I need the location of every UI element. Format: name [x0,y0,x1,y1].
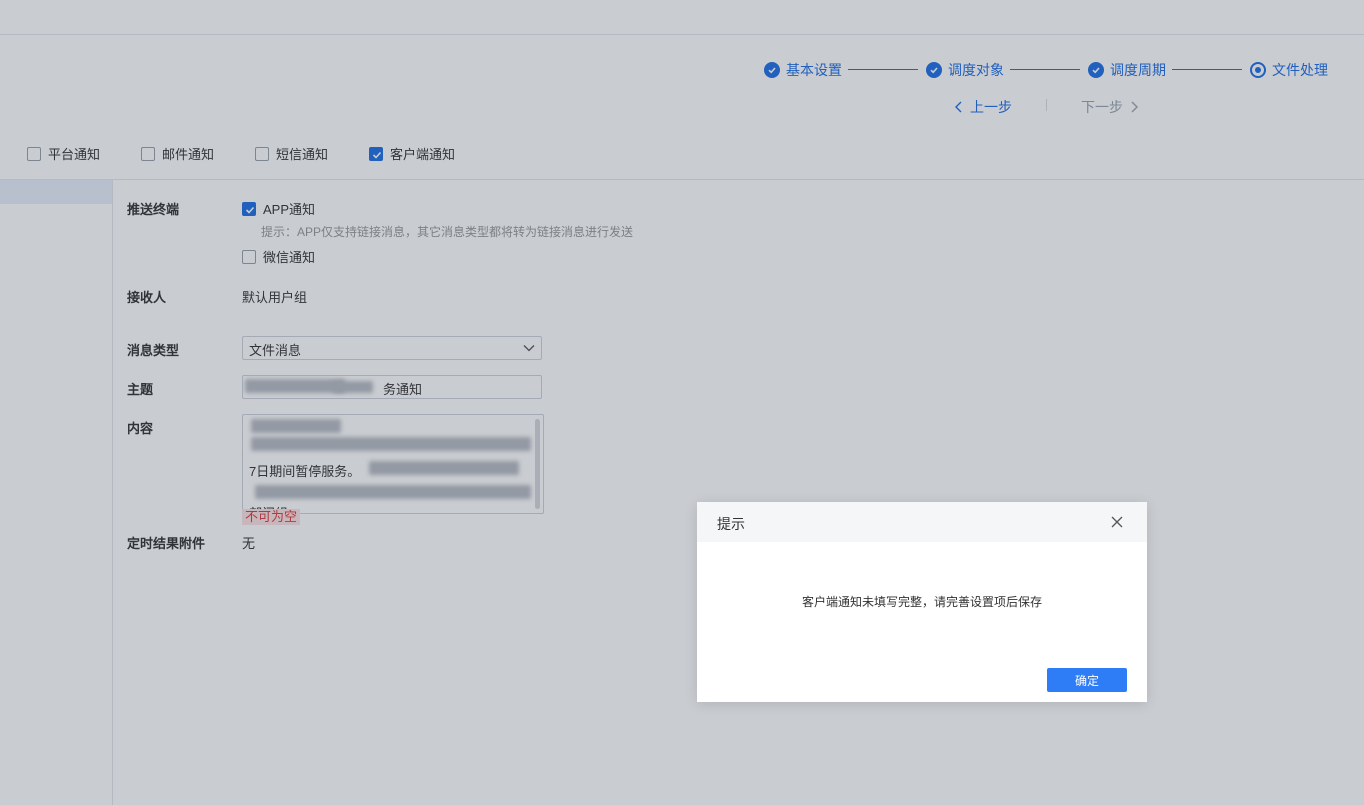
confirm-button[interactable]: 确定 [1047,668,1127,692]
close-icon[interactable] [1110,515,1124,529]
dialog-header: 提示 [697,502,1147,542]
page: 基本设置 调度对象 调度周期 文件处理 上一步 下一步 平台通知 邮件通知 短信… [0,0,1364,805]
dialog-message: 客户端通知未填写完整，请完善设置项后保存 [801,595,1042,609]
dialog-title: 提示 [717,516,745,532]
alert-dialog: 提示 客户端通知未填写完整，请完善设置项后保存 确定 [697,502,1147,702]
modal-overlay[interactable] [0,0,1364,805]
